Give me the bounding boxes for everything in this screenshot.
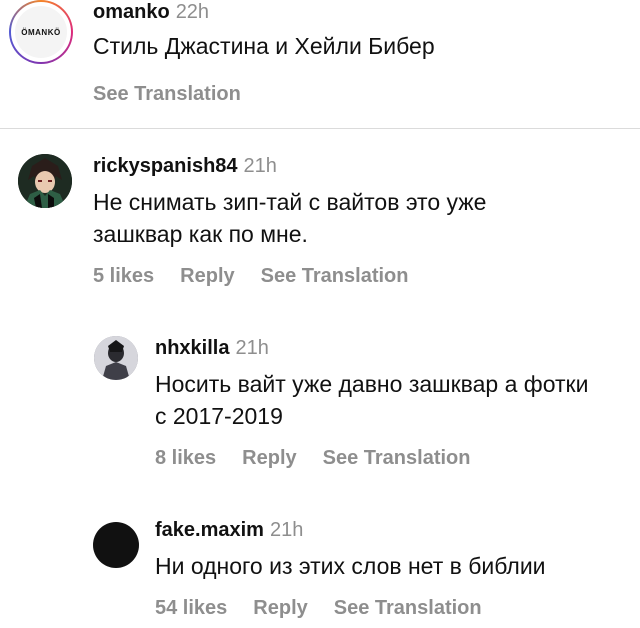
username[interactable]: rickyspanish84 — [93, 155, 238, 177]
username[interactable]: omanko — [93, 1, 170, 23]
comment-actions: 5 likes Reply See Translation — [93, 264, 630, 288]
timestamp: 21h — [269, 519, 304, 541]
reply-button[interactable]: Reply — [242, 447, 296, 469]
divider — [0, 128, 640, 129]
avatar[interactable] — [93, 522, 139, 568]
comment-actions: 8 likes Reply See Translation — [155, 446, 630, 470]
username[interactable]: nhxkilla — [155, 337, 229, 359]
likes-count[interactable]: 5 likes — [93, 265, 154, 287]
reply-button[interactable]: Reply — [180, 265, 234, 287]
comment-text: Носить вайт уже давно зашквар а фотки с … — [155, 371, 589, 429]
likes-count[interactable]: 8 likes — [155, 447, 216, 469]
timestamp: 21h — [235, 337, 269, 359]
comment-text: Ни одного из этих слов нет в библии — [155, 553, 546, 579]
avatar-logo: ÖMANKÖ — [15, 6, 67, 58]
portrait-avatar-icon — [94, 336, 138, 380]
comment-header: nhxkilla 21h — [155, 336, 630, 360]
avatar-story-ring[interactable]: ÖMANKÖ — [9, 0, 73, 64]
see-translation-link[interactable]: See Translation — [323, 447, 471, 469]
see-translation-link[interactable]: See Translation — [93, 83, 241, 105]
comment-header: omanko 22h — [93, 0, 630, 24]
comment-text: Стиль Джастина и Хейли Бибер — [93, 33, 435, 59]
comment-body: fake.maxim 21h Ни одного из этих слов нет… — [155, 518, 630, 620]
comment-body: rickyspanish84 21h Не снимать зип-тай с в… — [93, 154, 630, 288]
comment-header: fake.maxim 21h — [155, 518, 630, 542]
comment-actions: 54 likes Reply See Translation — [155, 596, 630, 620]
comment-body: nhxkilla 21h Носить вайт уже давно зашква… — [155, 336, 630, 470]
comment-body: omanko 22h Стиль Джастина и Хейли Бибер S… — [93, 0, 630, 106]
timestamp: 22h — [175, 1, 210, 23]
timestamp: 21h — [243, 155, 277, 177]
comment-header: rickyspanish84 21h — [93, 154, 630, 178]
avatar: ÖMANKÖ — [11, 2, 71, 62]
avatar[interactable] — [18, 154, 72, 208]
comment-text: Не снимать зип-тай с вайтов это уже зашк… — [93, 189, 487, 247]
reply-button[interactable]: Reply — [253, 597, 307, 619]
comment-actions: See Translation — [93, 82, 630, 106]
anime-avatar-icon — [18, 154, 72, 208]
likes-count[interactable]: 54 likes — [155, 597, 227, 619]
username[interactable]: fake.maxim — [155, 519, 264, 541]
see-translation-link[interactable]: See Translation — [334, 597, 482, 619]
see-translation-link[interactable]: See Translation — [261, 265, 409, 287]
avatar[interactable] — [94, 336, 138, 380]
